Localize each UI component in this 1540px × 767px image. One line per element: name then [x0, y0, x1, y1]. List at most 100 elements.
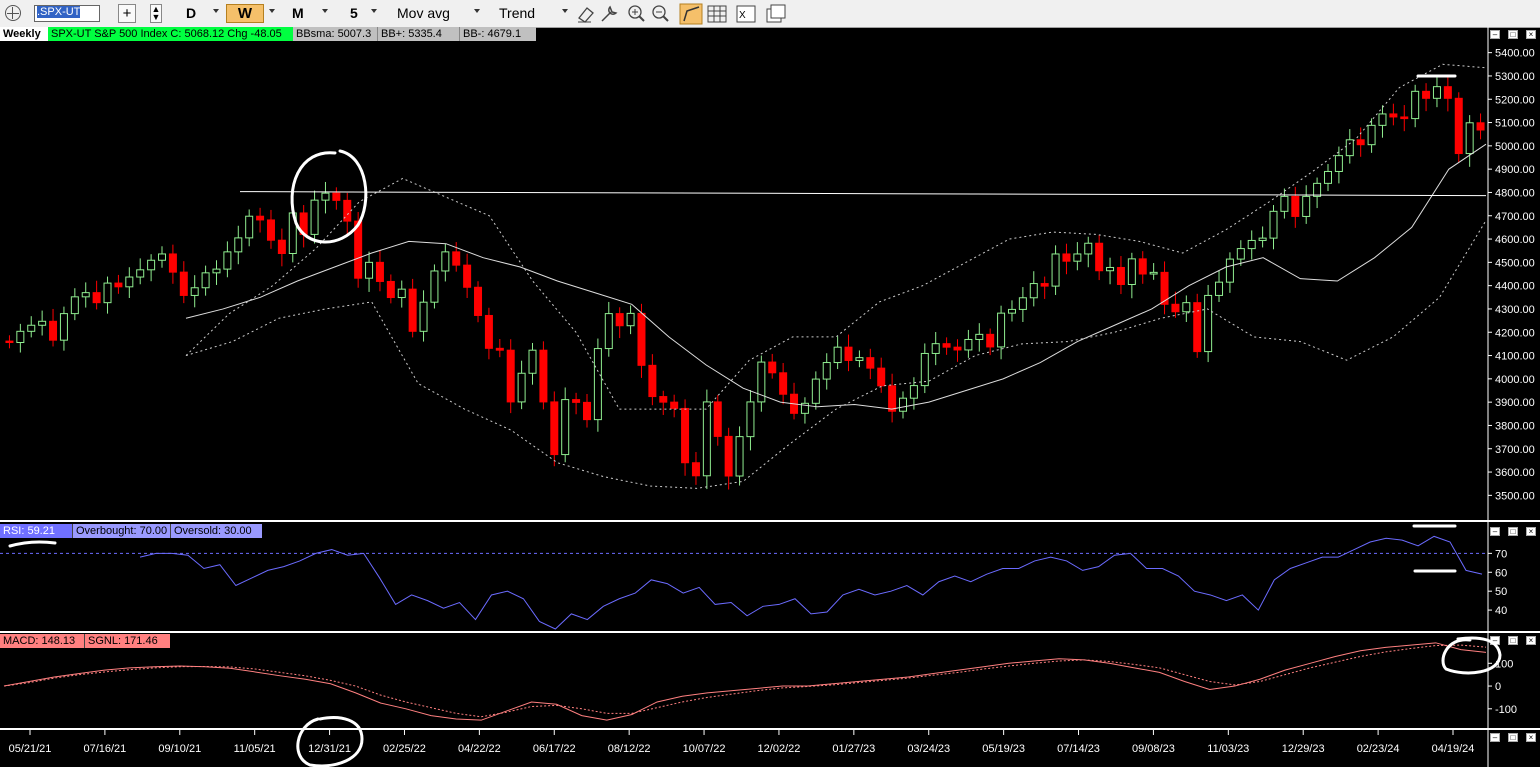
chevron-down-icon[interactable]	[371, 9, 377, 13]
crosshair-icon	[7, 13, 19, 14]
candle-body	[234, 237, 243, 253]
candle-body	[474, 286, 483, 316]
candle-body	[659, 396, 668, 403]
add-icon[interactable]: +	[118, 4, 136, 23]
candle-body	[1040, 283, 1049, 287]
line-icon[interactable]	[679, 3, 703, 25]
price-panel	[5, 63, 1487, 490]
draw-tool-dropdown[interactable]: Trend	[499, 3, 535, 24]
count-button[interactable]: 5	[350, 3, 358, 24]
candle-body	[670, 401, 679, 409]
x-tick-label: 12/02/22	[758, 743, 801, 755]
candle-body	[1465, 122, 1474, 155]
candle-body	[1454, 97, 1463, 155]
rsi-panel	[0, 535, 1486, 630]
eraser-icon[interactable]	[578, 7, 594, 23]
candle-body	[986, 333, 995, 348]
x-tick-label: 05/21/21	[9, 743, 52, 755]
candle-body	[190, 287, 199, 296]
candle-body	[452, 251, 461, 266]
candle-body	[713, 401, 722, 437]
x-tick-label: 02/23/24	[1357, 743, 1400, 755]
price-tick-label: 4500.00	[1495, 257, 1535, 269]
candle-body	[1422, 90, 1431, 99]
candle-body	[648, 364, 657, 398]
candle-body	[920, 352, 929, 387]
candle-body	[266, 219, 275, 241]
candle-body	[506, 349, 515, 403]
x-tick-label: 06/17/22	[533, 743, 576, 755]
candle-body	[1313, 182, 1322, 197]
price-tick-label: 5200.00	[1495, 94, 1535, 106]
x-tick-label: 02/25/22	[383, 743, 426, 755]
candle-body	[1367, 124, 1376, 146]
chevron-down-icon[interactable]	[562, 9, 568, 13]
candle-body	[964, 338, 973, 351]
windows-icon[interactable]	[766, 4, 786, 23]
candle-body	[593, 348, 602, 421]
chevron-down-icon[interactable]	[269, 9, 275, 13]
candle-body	[626, 312, 635, 327]
wrench-icon[interactable]	[601, 5, 618, 22]
candle-body	[375, 261, 384, 282]
candle-body	[1029, 283, 1038, 299]
candle-body	[277, 239, 286, 254]
chevron-down-icon[interactable]	[474, 9, 480, 13]
x-tick-label: 11/03/23	[1207, 743, 1249, 755]
candle-body	[768, 361, 777, 374]
chevron-down-icon[interactable]	[213, 9, 219, 13]
candle-body	[1225, 258, 1234, 283]
x-tick-label: 12/29/23	[1282, 743, 1325, 755]
candle-body	[1258, 237, 1267, 241]
price-tick-label: 4200.00	[1495, 327, 1535, 339]
zoom-in-icon[interactable]	[628, 5, 645, 22]
candle-body	[997, 312, 1006, 348]
candle-body	[539, 349, 548, 403]
candle-body	[811, 378, 820, 404]
candle-body	[81, 292, 90, 298]
period-w-button[interactable]: W	[226, 4, 264, 23]
underline-annotation	[8, 540, 57, 548]
macd-tick-label: -100	[1495, 704, 1517, 716]
candle-body	[561, 399, 570, 456]
excel-icon[interactable]: X	[736, 5, 756, 23]
price-tick-label: 5300.00	[1495, 71, 1535, 83]
candle-body	[38, 320, 47, 326]
candle-body	[1073, 253, 1082, 262]
period-m-button[interactable]: M	[292, 3, 304, 24]
x-tick-label: 09/10/21	[158, 743, 201, 755]
candle-body	[855, 357, 864, 361]
price-tick-label: 4700.00	[1495, 211, 1535, 223]
symbol-input[interactable]: .SPX-UT	[34, 5, 100, 22]
candle-body	[1051, 253, 1060, 287]
x-tick-label: 07/16/21	[83, 743, 126, 755]
candle-body	[1400, 116, 1409, 120]
candle-body	[833, 346, 842, 364]
scroll-icon[interactable]: ▲ ▼	[150, 4, 162, 23]
candle-body	[1106, 266, 1115, 272]
candle-body	[909, 385, 918, 399]
candle-body	[212, 268, 221, 274]
chart-area[interactable]: 5400.00 5300.00 5200.00 5100.00 5000.00 4900.…	[0, 27, 1540, 767]
indicator-dropdown[interactable]: Mov avg	[397, 3, 450, 24]
candle-body	[615, 313, 624, 327]
x-tick-label: 09/08/23	[1132, 743, 1175, 755]
candle-body	[953, 346, 962, 351]
grid-icon[interactable]	[707, 5, 727, 23]
price-tick-label: 4400.00	[1495, 281, 1535, 293]
zoom-out-icon[interactable]	[652, 5, 669, 22]
candle-body	[125, 276, 134, 288]
candle-body	[1171, 303, 1180, 313]
price-tick-label: 3900.00	[1495, 397, 1535, 409]
macd-line	[3, 642, 1487, 721]
candle-body	[735, 436, 744, 477]
candle-body	[1215, 281, 1224, 296]
candle-body	[899, 397, 908, 412]
candle-body	[397, 288, 406, 299]
candle-body	[550, 401, 559, 456]
candle-body	[16, 330, 25, 344]
candle-body	[822, 362, 831, 380]
candle-body	[386, 280, 395, 299]
chevron-down-icon[interactable]	[322, 9, 328, 13]
period-d-button[interactable]: D	[186, 3, 196, 24]
